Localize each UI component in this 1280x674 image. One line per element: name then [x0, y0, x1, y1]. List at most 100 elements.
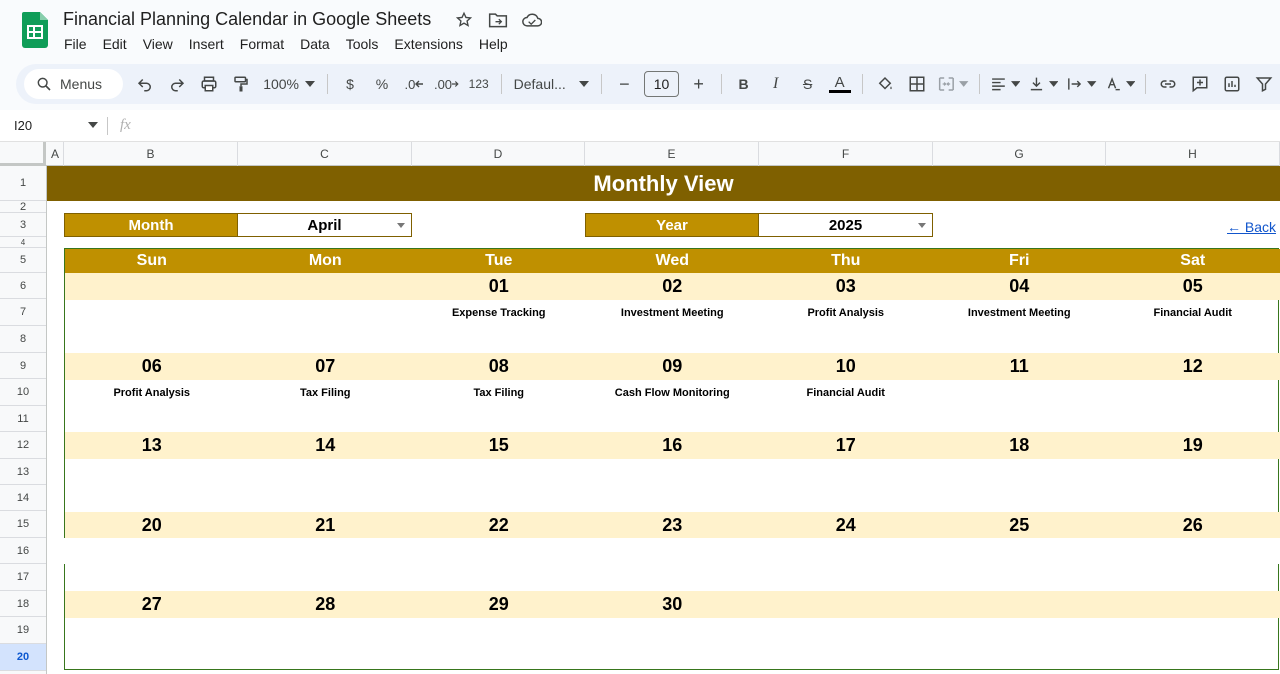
number-format-button[interactable]: 123	[464, 69, 494, 99]
event-label[interactable]	[586, 459, 760, 485]
event-label[interactable]	[65, 459, 239, 485]
row-header-4[interactable]: 4	[0, 237, 46, 248]
date-number[interactable]: 17	[759, 432, 933, 459]
event-label[interactable]	[1106, 459, 1280, 485]
date-number[interactable]: 12	[1106, 353, 1280, 380]
chevron-down-icon[interactable]	[88, 122, 98, 128]
borders-button[interactable]	[902, 69, 932, 99]
vertical-align-button[interactable]	[1025, 69, 1061, 99]
event-label[interactable]: Investment Meeting	[933, 300, 1107, 326]
year-dropdown[interactable]: 2025	[758, 213, 933, 237]
date-number[interactable]: 29	[412, 591, 586, 618]
row-header-11[interactable]: 11	[0, 406, 46, 432]
chevron-down-icon[interactable]	[397, 223, 405, 228]
menu-data[interactable]: Data	[292, 34, 338, 54]
move-folder-icon[interactable]	[488, 10, 508, 30]
column-header-f[interactable]: F	[759, 142, 933, 166]
date-number[interactable]: 30	[586, 591, 760, 618]
event-label[interactable]	[239, 618, 413, 644]
row-header-10[interactable]: 10	[0, 379, 46, 406]
date-number[interactable]: 20	[65, 512, 239, 539]
event-label[interactable]	[1106, 380, 1280, 406]
event-label[interactable]	[759, 618, 933, 644]
date-number[interactable]: 15	[412, 432, 586, 459]
date-number[interactable]: 21	[239, 512, 413, 539]
row-header-9[interactable]: 9	[0, 353, 46, 379]
date-number[interactable]: 01	[412, 273, 586, 300]
column-header-b[interactable]: B	[64, 142, 238, 166]
fill-color-button[interactable]	[870, 69, 900, 99]
insert-comment-button[interactable]	[1185, 69, 1215, 99]
date-number[interactable]: 23	[586, 512, 760, 539]
row-header-2[interactable]: 2	[0, 201, 46, 213]
row-header-1[interactable]: 1	[0, 166, 46, 201]
event-label[interactable]	[65, 300, 239, 326]
event-label[interactable]	[759, 459, 933, 485]
date-number[interactable]	[1106, 591, 1280, 618]
zoom-select[interactable]: 100%	[257, 69, 321, 99]
date-number[interactable]: 04	[933, 273, 1107, 300]
date-number[interactable]	[65, 273, 239, 300]
event-label[interactable]	[933, 380, 1107, 406]
merge-cells-button[interactable]	[934, 69, 972, 99]
menu-help[interactable]: Help	[471, 34, 516, 54]
currency-format-button[interactable]: $	[335, 69, 365, 99]
event-label[interactable]	[412, 618, 586, 644]
event-label[interactable]	[239, 459, 413, 485]
column-header-c[interactable]: C	[238, 142, 412, 166]
row-header-5[interactable]: 5	[0, 248, 46, 273]
decrease-font-size-button[interactable]: −	[609, 69, 639, 99]
date-number[interactable]	[239, 273, 413, 300]
text-color-button[interactable]: A	[825, 69, 855, 99]
column-header-h[interactable]: H	[1106, 142, 1280, 166]
event-label[interactable]: Tax Filing	[239, 380, 413, 406]
menu-file[interactable]: File	[56, 34, 95, 54]
event-label[interactable]: Financial Audit	[759, 380, 933, 406]
event-label[interactable]	[412, 459, 586, 485]
row-header-3[interactable]: 3	[0, 213, 46, 237]
date-number[interactable]: 14	[239, 432, 413, 459]
horizontal-align-button[interactable]	[987, 69, 1023, 99]
sheets-logo-icon[interactable]	[22, 12, 48, 48]
event-label[interactable]: Investment Meeting	[586, 300, 760, 326]
row-header-14[interactable]: 14	[0, 485, 46, 511]
date-number[interactable]: 10	[759, 353, 933, 380]
row-header-18[interactable]: 18	[0, 591, 46, 617]
increase-font-size-button[interactable]: +	[684, 69, 714, 99]
row-header-8[interactable]: 8	[0, 326, 46, 353]
date-number[interactable]: 28	[239, 591, 413, 618]
date-number[interactable]: 18	[933, 432, 1107, 459]
event-label[interactable]: Financial Audit	[1106, 300, 1280, 326]
strikethrough-button[interactable]: S	[793, 69, 823, 99]
date-number[interactable]: 19	[1106, 432, 1280, 459]
date-number[interactable]: 09	[586, 353, 760, 380]
row-header-12[interactable]: 12	[0, 432, 46, 459]
star-icon[interactable]	[454, 10, 474, 30]
date-number[interactable]	[759, 591, 933, 618]
event-label[interactable]	[586, 618, 760, 644]
column-header-a[interactable]: A	[47, 142, 64, 166]
text-rotation-button[interactable]	[1102, 69, 1138, 99]
event-label[interactable]: Profit Analysis	[65, 380, 239, 406]
event-label[interactable]	[933, 618, 1107, 644]
date-number[interactable]: 03	[759, 273, 933, 300]
paint-format-button[interactable]	[226, 69, 256, 99]
date-number[interactable]: 11	[933, 353, 1107, 380]
chevron-down-icon[interactable]	[918, 223, 926, 228]
decrease-decimal-button[interactable]: .0	[399, 69, 429, 99]
select-all-corner[interactable]	[0, 142, 46, 166]
row-header-16[interactable]: 16	[0, 538, 46, 564]
event-label[interactable]	[1106, 618, 1280, 644]
text-wrapping-button[interactable]	[1063, 69, 1099, 99]
cloud-status-icon[interactable]	[522, 10, 542, 30]
back-link[interactable]: ← Back	[1227, 219, 1276, 235]
date-number[interactable]: 08	[412, 353, 586, 380]
print-button[interactable]	[194, 69, 224, 99]
event-label[interactable]: Cash Flow Monitoring	[586, 380, 760, 406]
menu-view[interactable]: View	[135, 34, 181, 54]
date-number[interactable]: 26	[1106, 512, 1280, 539]
row-header-6[interactable]: 6	[0, 273, 46, 299]
event-label[interactable]: Profit Analysis	[759, 300, 933, 326]
menu-format[interactable]: Format	[232, 34, 292, 54]
column-header-e[interactable]: E	[585, 142, 759, 166]
